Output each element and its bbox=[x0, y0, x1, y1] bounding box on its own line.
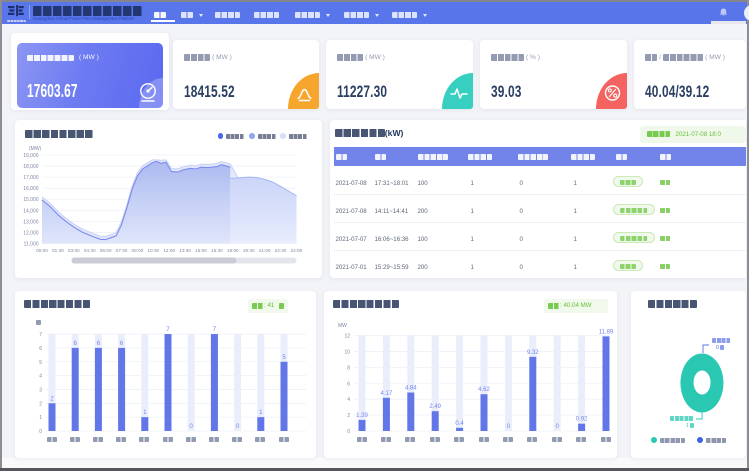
svg-text:2: 2 bbox=[347, 413, 350, 419]
svg-text:1.39: 1.39 bbox=[356, 413, 368, 419]
svg-text:9.32: 9.32 bbox=[527, 350, 539, 356]
svg-text:2.49: 2.49 bbox=[429, 404, 441, 410]
svg-text:12: 12 bbox=[344, 334, 350, 340]
svg-text:8: 8 bbox=[347, 365, 350, 371]
svg-text:0.4: 0.4 bbox=[455, 421, 464, 427]
svg-text:6: 6 bbox=[347, 381, 350, 387]
svg-text:10: 10 bbox=[344, 349, 350, 355]
svg-text:11.89: 11.89 bbox=[599, 329, 614, 335]
svg-text:0.92: 0.92 bbox=[576, 417, 588, 423]
svg-text:MW: MW bbox=[338, 323, 347, 329]
svg-text:4.84: 4.84 bbox=[405, 385, 417, 391]
svg-text:0: 0 bbox=[347, 429, 350, 435]
svg-text:4: 4 bbox=[347, 397, 350, 403]
svg-text:4.62: 4.62 bbox=[478, 387, 490, 393]
svg-text:4.17: 4.17 bbox=[381, 391, 393, 397]
